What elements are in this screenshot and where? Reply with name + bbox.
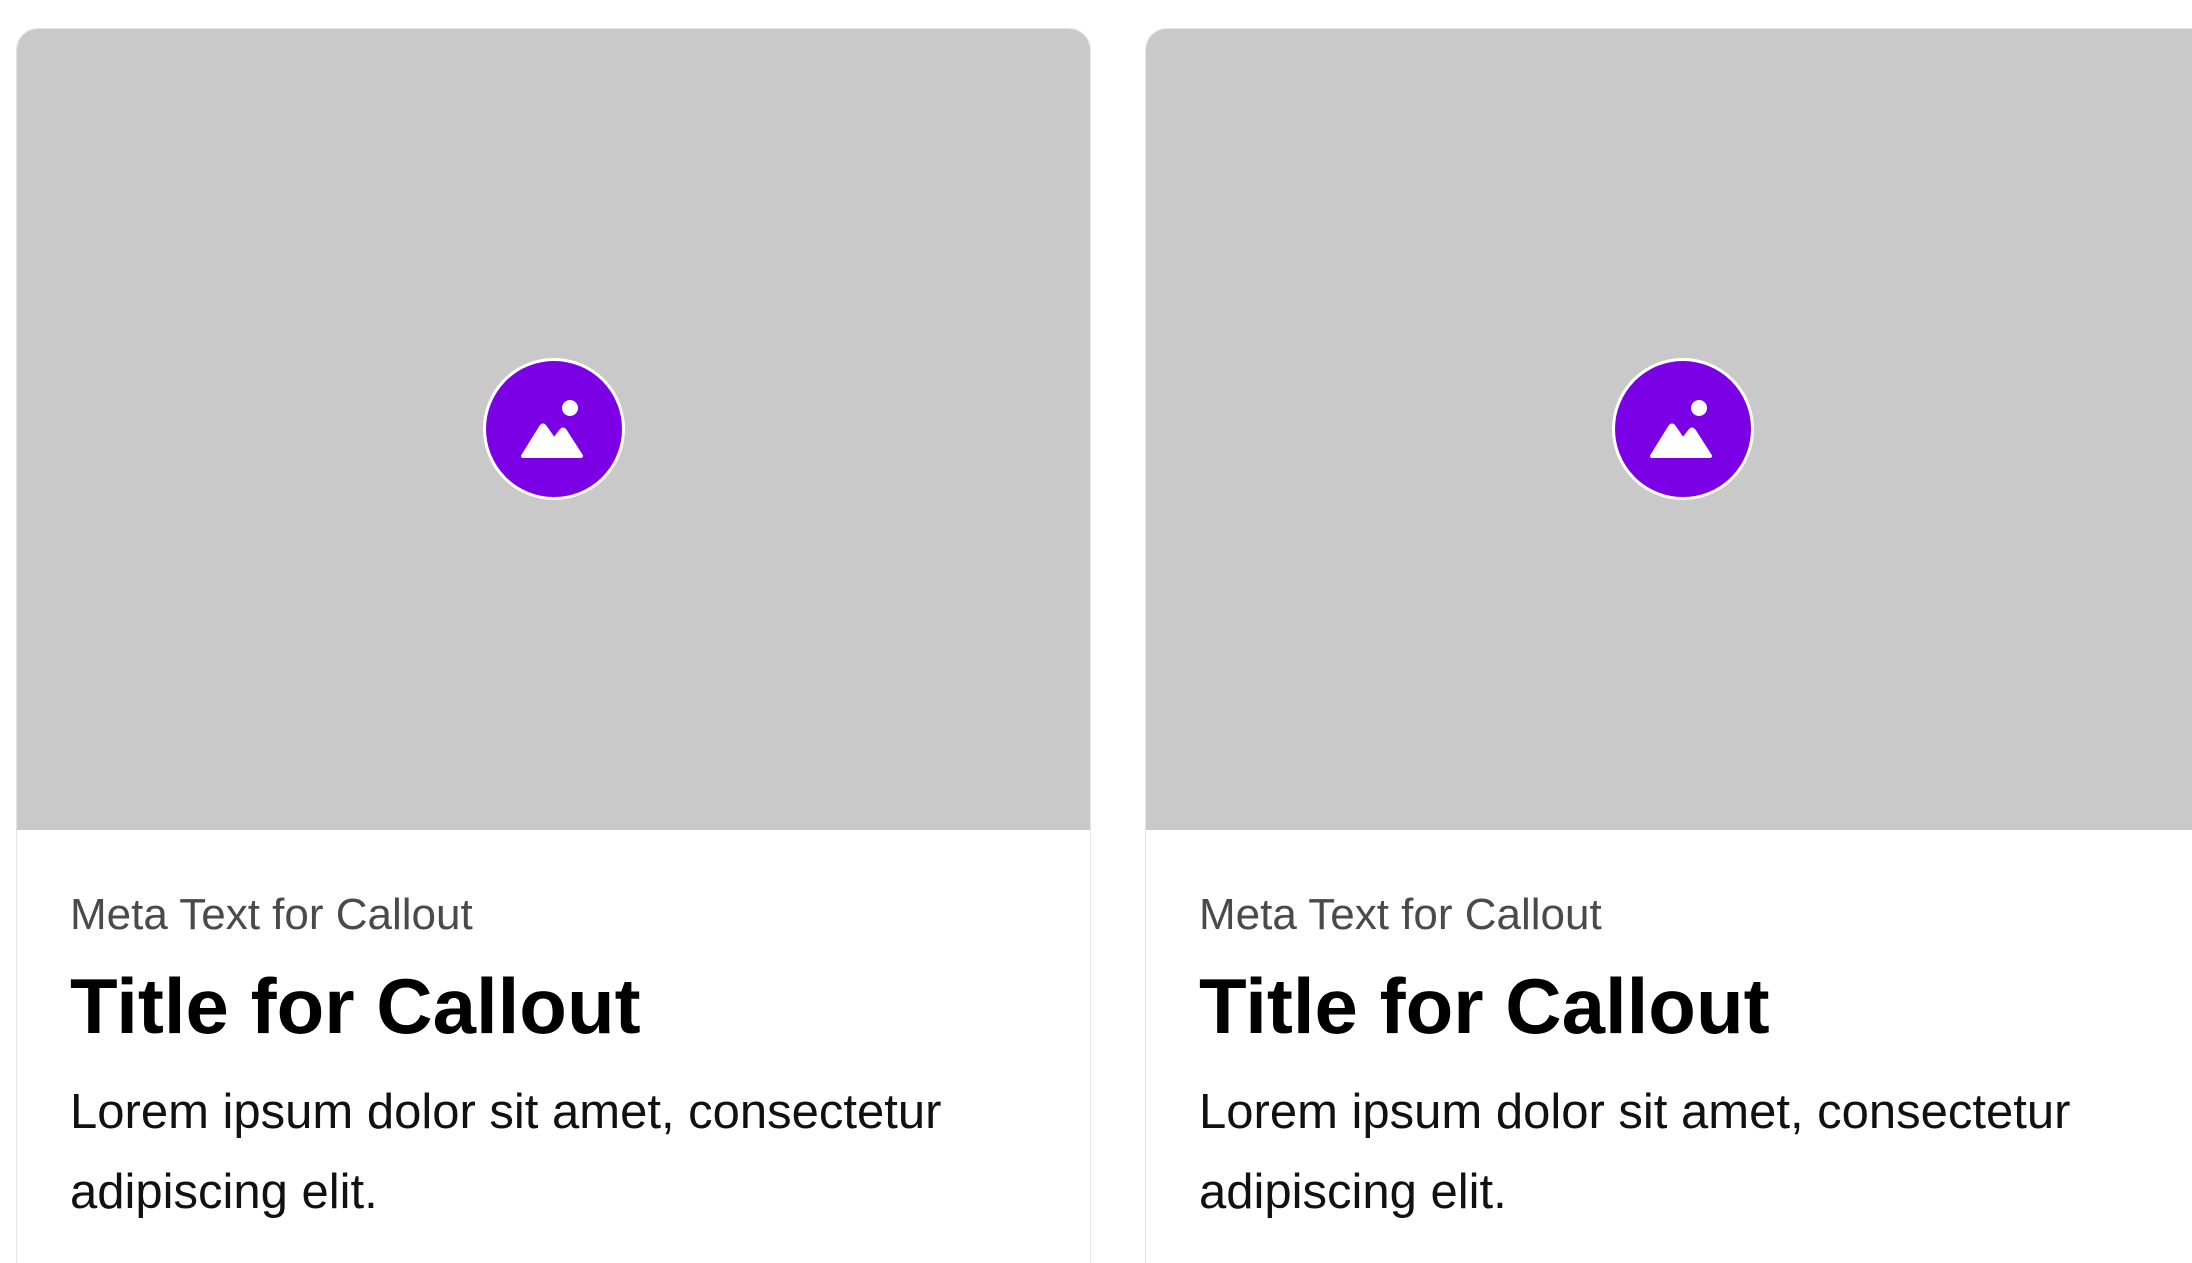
- callout-card[interactable]: Meta Text for Callout Title for Callout …: [16, 28, 1091, 1263]
- card-title[interactable]: Title for Callout: [1199, 963, 2179, 1050]
- card-title[interactable]: Title for Callout: [70, 963, 1050, 1050]
- callout-card-list: Meta Text for Callout Title for Callout …: [0, 0, 2192, 1263]
- card-description: Lorem ipsum dolor sit amet, consectetur …: [1199, 1084, 2071, 1219]
- image-placeholder-icon: [482, 358, 625, 500]
- image-placeholder-icon: [1611, 358, 1754, 500]
- card-body: Meta Text for Callout Title for Callout …: [70, 889, 1050, 1232]
- card-meta-text: Meta Text for Callout: [70, 890, 473, 939]
- card-description: Lorem ipsum dolor sit amet, consectetur …: [70, 1084, 942, 1219]
- card-image-placeholder: [1146, 29, 2192, 830]
- card-meta-text: Meta Text for Callout: [1199, 890, 1602, 939]
- card-image-placeholder: [17, 29, 1090, 830]
- callout-card[interactable]: Meta Text for Callout Title for Callout …: [1145, 28, 2192, 1263]
- card-body: Meta Text for Callout Title for Callout …: [1199, 889, 2179, 1232]
